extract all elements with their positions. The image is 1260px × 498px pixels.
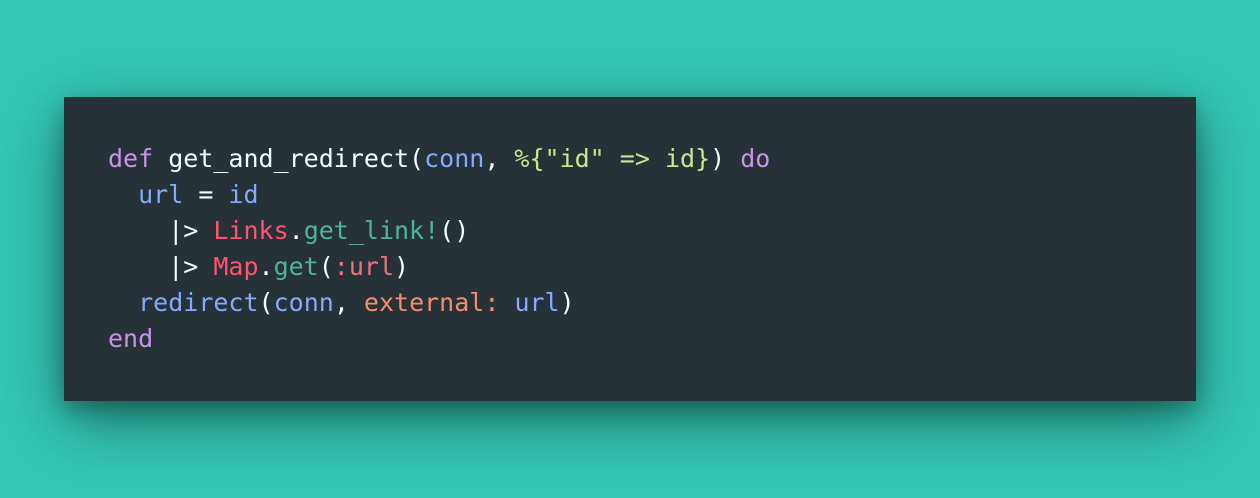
code-block: def get_and_redirect(conn, %{"id" => id}… bbox=[108, 141, 770, 357]
code-token-punct: () bbox=[439, 216, 470, 245]
code-token-sigil: %{ bbox=[514, 144, 545, 173]
code-token-punct: |> bbox=[108, 216, 214, 245]
code-token-keyword: def bbox=[108, 144, 154, 173]
code-token-punct: ) bbox=[559, 288, 575, 317]
code-line: |> Map.get(:url) bbox=[108, 249, 770, 285]
code-token-punct: ) bbox=[710, 144, 741, 173]
code-token-punct: , bbox=[484, 144, 515, 173]
code-token-key: external: bbox=[363, 288, 500, 317]
code-token-default bbox=[108, 180, 138, 209]
code-token-punct: . bbox=[258, 252, 274, 281]
code-token-punct: = bbox=[183, 180, 229, 209]
code-token-punct: , bbox=[333, 288, 364, 317]
code-token-module: Map bbox=[213, 252, 259, 281]
code-token-punct: ( bbox=[258, 288, 274, 317]
code-token-keyword: do bbox=[740, 144, 771, 173]
code-line: |> Links.get_link!() bbox=[108, 213, 770, 249]
code-token-keyword: end bbox=[108, 324, 154, 353]
code-token-variable: conn bbox=[424, 144, 485, 173]
code-token-function: get_link! bbox=[303, 216, 440, 245]
code-token-punct: ( bbox=[318, 252, 334, 281]
code-token-default bbox=[108, 288, 138, 317]
code-token-string: "id" bbox=[544, 144, 605, 173]
code-token-variable: url bbox=[138, 180, 184, 209]
code-token-sigil: } bbox=[695, 144, 711, 173]
code-token-punct: . bbox=[288, 216, 304, 245]
code-token-variable: url bbox=[514, 288, 560, 317]
code-token-module: Links bbox=[213, 216, 289, 245]
code-token-punct bbox=[499, 288, 514, 317]
code-line: redirect(conn, external: url) bbox=[108, 285, 770, 321]
code-token-punct: ) bbox=[394, 252, 410, 281]
code-token-variable: redirect bbox=[138, 288, 259, 317]
code-line: end bbox=[108, 321, 770, 357]
code-token-operator: => bbox=[604, 144, 665, 173]
code-token-atom: :url bbox=[333, 252, 395, 281]
code-token-variable: conn bbox=[273, 288, 334, 317]
code-token-variable: id bbox=[228, 180, 259, 209]
code-token-punct: |> bbox=[108, 252, 214, 281]
code-token-string: id bbox=[664, 144, 696, 173]
code-line: url = id bbox=[108, 177, 770, 213]
code-window: def get_and_redirect(conn, %{"id" => id}… bbox=[64, 97, 1196, 401]
code-token-default: get_and_redirect( bbox=[153, 144, 425, 173]
code-token-function: get bbox=[273, 252, 319, 281]
code-line: def get_and_redirect(conn, %{"id" => id}… bbox=[108, 141, 770, 177]
